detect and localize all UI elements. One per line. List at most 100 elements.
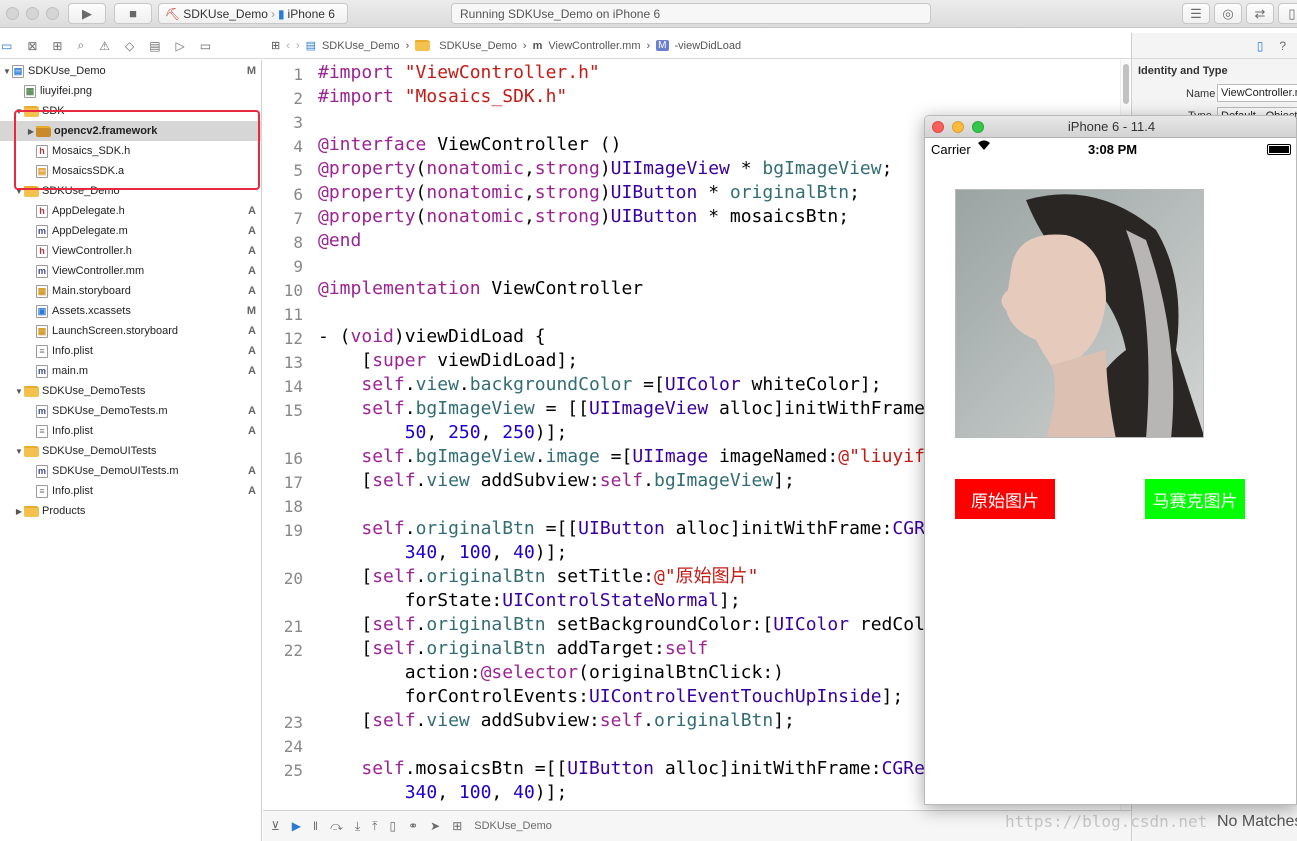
code-line[interactable]: [self.view addSubview:self.bgImageView]; (318, 469, 795, 493)
file-inspector-icon[interactable]: ▯ (1257, 39, 1264, 53)
scheme-selector[interactable]: ⛏ SDKUse_Demo › ▮ iPhone 6 (158, 3, 348, 24)
code-line[interactable]: #import "Mosaics_SDK.h" (318, 85, 567, 109)
run-button[interactable]: ▶ (68, 3, 106, 24)
navigator-item[interactable]: h AppDelegate.h A (0, 201, 262, 221)
code-line[interactable]: @interface ViewController () (318, 133, 621, 157)
close-icon[interactable] (932, 121, 944, 133)
code-line[interactable]: [super viewDidLoad]; (318, 349, 578, 373)
disclosure-triangle-icon[interactable]: ▼ (2, 67, 12, 76)
step-out-icon[interactable]: ⤒ (372, 819, 377, 834)
code-line[interactable]: @property(nonatomic,strong)UIButton * mo… (318, 205, 849, 229)
wifi-icon (977, 139, 991, 154)
code-line[interactable]: @implementation ViewController (318, 277, 643, 301)
jump-bar: ⊞ ‹ › ▤ SDKUse_Demo › SDKUse_Demo › m Vi… (263, 33, 1131, 59)
code-line[interactable]: forState:UIControlStateNormal]; (318, 589, 741, 613)
view-debugger-icon[interactable]: ▯ (389, 819, 396, 833)
breadcrumb-file[interactable]: ViewController.mm (548, 40, 640, 52)
related-items-icon[interactable]: ⊞ (271, 39, 280, 52)
code-line[interactable]: self.view.backgroundColor =[UIColor whit… (318, 373, 881, 397)
breakpoints-toggle-icon[interactable]: ▶ (292, 819, 301, 833)
navigator-item[interactable]: ▶ Products (0, 501, 262, 521)
close-window-button[interactable] (6, 7, 19, 20)
code-line[interactable]: self.mosaicsBtn =[[UIButton alloc]initWi… (318, 757, 1000, 781)
minimize-window-button[interactable] (26, 7, 39, 20)
zoom-icon[interactable] (972, 121, 984, 133)
search-icon[interactable]: ⌕ (77, 38, 84, 53)
navigator-item[interactable]: m main.m A (0, 361, 262, 381)
code-line[interactable]: self.bgImageView.image =[UIImage imageNa… (318, 445, 979, 469)
code-line[interactable]: 340, 100, 40)]; (318, 781, 568, 805)
code-line[interactable]: @property(nonatomic,strong)UIButton * or… (318, 181, 860, 205)
standard-editor-button[interactable]: ☰ (1182, 3, 1210, 24)
stop-icon: ■ (129, 6, 137, 21)
mosaic-image-button[interactable]: 马赛克图片 (1145, 479, 1245, 519)
navigator-item[interactable]: ▦ liuyifei.png (0, 81, 262, 101)
hide-debug-icon[interactable]: ⊻ (271, 819, 280, 833)
report-icon[interactable]: ▭ (200, 39, 211, 53)
code-line[interactable]: 50, 250, 250)]; (318, 421, 568, 445)
assistant-editor-button[interactable]: ◎ (1214, 3, 1242, 24)
minimize-icon[interactable] (952, 121, 964, 133)
version-editor-button[interactable]: ⇄ (1246, 3, 1274, 24)
disclosure-triangle-icon[interactable]: ▶ (14, 507, 24, 516)
debug-icon[interactable]: ▤ (149, 39, 160, 53)
line-number: 4 (293, 137, 303, 156)
navigator-item[interactable]: ▼ ▤ SDKUse_Demo M (0, 61, 262, 81)
code-line[interactable]: action:@selector(originalBtnClick:) (318, 661, 784, 685)
navigator-item[interactable]: m SDKUse_DemoUITests.m A (0, 461, 262, 481)
step-over-icon[interactable]: ⤼ (330, 819, 343, 834)
code-line[interactable]: - (void)viewDidLoad { (318, 325, 546, 349)
location-icon[interactable]: ➤ (430, 819, 440, 833)
plist-icon: ≡ (36, 484, 48, 498)
debug-target[interactable]: SDKUse_Demo (474, 820, 552, 832)
navigator-item[interactable]: ≡ Info.plist A (0, 421, 262, 441)
disclosure-triangle-icon[interactable]: ▼ (14, 447, 24, 456)
code-line[interactable]: self.originalBtn =[[UIButton alloc]initW… (318, 517, 1011, 541)
breadcrumb-project[interactable]: SDKUse_Demo (322, 40, 400, 52)
method-icon: M (656, 40, 669, 51)
warning-icon[interactable]: ⚠ (99, 39, 110, 53)
navigator-item[interactable]: m SDKUse_DemoTests.m A (0, 401, 262, 421)
navigator-item[interactable]: ▣ Assets.xcassets M (0, 301, 262, 321)
help-icon[interactable]: ? (1279, 39, 1286, 53)
navigator-toggle-button[interactable]: ▯ (1278, 3, 1297, 24)
scm-status-badge: A (248, 225, 256, 237)
breadcrumb-method[interactable]: -viewDidLoad (675, 40, 742, 52)
code-line[interactable]: 340, 100, 40)]; (318, 541, 568, 565)
forward-icon[interactable]: › (296, 40, 300, 52)
navigator-item[interactable]: ≡ Info.plist A (0, 341, 262, 361)
test-icon[interactable]: ◇ (125, 39, 134, 53)
navigator-item[interactable]: ▼ SDKUse_DemoTests (0, 381, 262, 401)
code-line[interactable]: [self.originalBtn addTarget:self (318, 637, 708, 661)
code-line[interactable]: @property(nonatomic,strong)UIImageView *… (318, 157, 892, 181)
line-number: 13 (283, 353, 303, 372)
navigator-item[interactable]: m ViewController.mm A (0, 261, 262, 281)
zoom-window-button[interactable] (46, 7, 59, 20)
original-image-button[interactable]: 原始图片 (955, 479, 1055, 519)
code-line[interactable]: [self.originalBtn setTitle:@"原始图片" (318, 565, 758, 589)
source-control-icon[interactable]: ⊠ (27, 39, 37, 53)
stop-button[interactable]: ■ (114, 3, 152, 24)
memory-graph-icon[interactable]: ⚭ (408, 819, 418, 833)
pause-icon[interactable]: ‖ (313, 819, 318, 833)
code-line[interactable]: @end (318, 229, 361, 253)
navigator-item[interactable]: h ViewController.h A (0, 241, 262, 261)
folder-icon[interactable]: ▭ (1, 39, 12, 53)
disclosure-triangle-icon[interactable]: ▼ (14, 387, 24, 396)
symbol-icon[interactable]: ⊞ (52, 39, 62, 53)
navigator-item[interactable]: ≡ Info.plist A (0, 481, 262, 501)
scroll-thumb[interactable] (1123, 64, 1129, 104)
name-field[interactable]: ViewController.mm (1217, 84, 1297, 102)
navigator-item[interactable]: ▦ Main.storyboard A (0, 281, 262, 301)
code-line[interactable]: [self.view addSubview:self.originalBtn]; (318, 709, 795, 733)
navigator-item[interactable]: ▼ SDKUse_DemoUITests (0, 441, 262, 461)
code-line[interactable]: forControlEvents:UIControlEventTouchUpIn… (318, 685, 904, 709)
navigator-item[interactable]: m AppDelegate.m A (0, 221, 262, 241)
step-in-icon[interactable]: ⤓ (355, 819, 360, 834)
code-line[interactable]: #import "ViewController.h" (318, 61, 600, 85)
navigator-item[interactable]: ▦ LaunchScreen.storyboard A (0, 321, 262, 341)
code-line[interactable]: [self.originalBtn setBackgroundColor:[UI… (318, 613, 979, 637)
back-icon[interactable]: ‹ (286, 40, 290, 52)
breadcrumb-group[interactable]: SDKUse_Demo (439, 40, 517, 52)
breakpoint-icon[interactable]: ▷ (176, 39, 185, 53)
